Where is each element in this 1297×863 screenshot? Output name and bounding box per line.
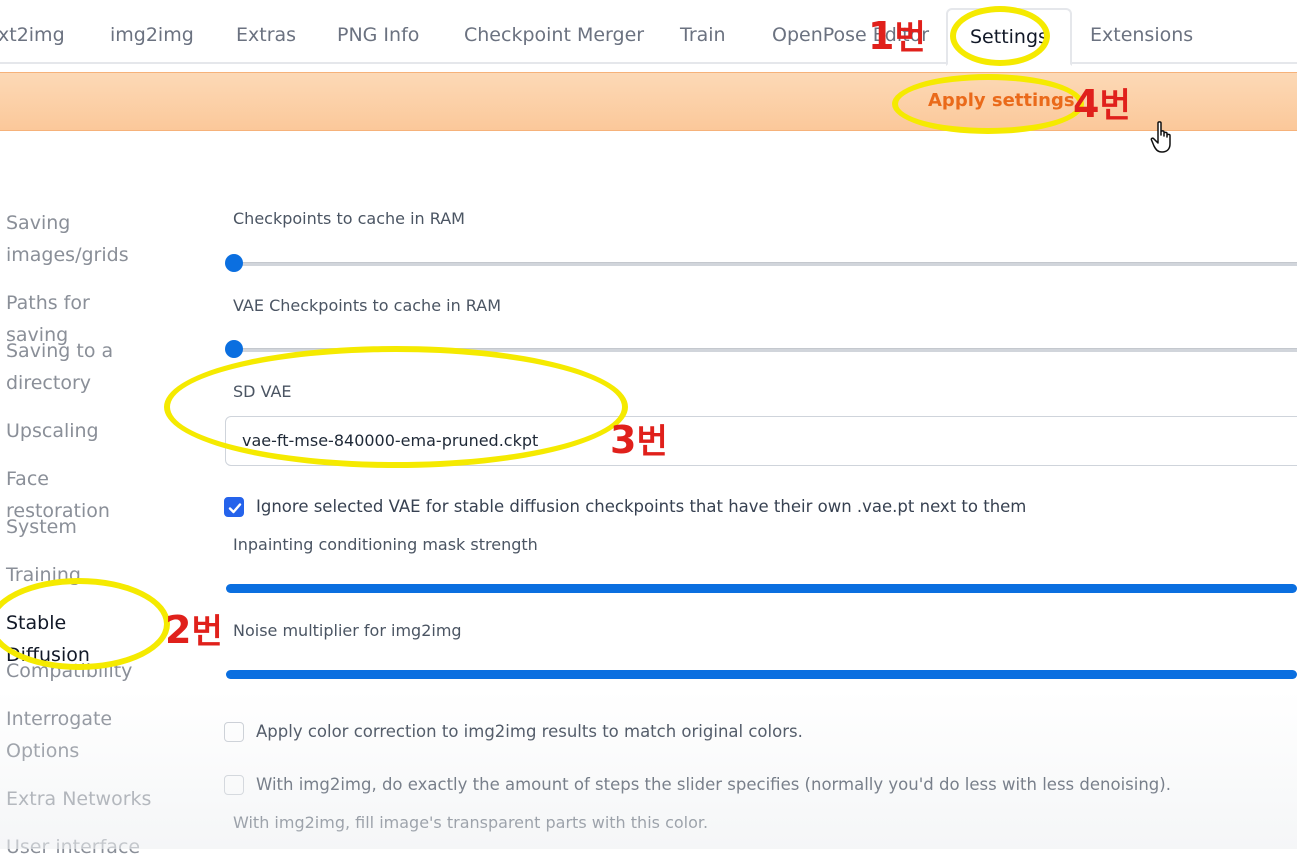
tab-bar: xt2img img2img Extras PNG Info Checkpoin… <box>0 0 1297 66</box>
inpainting-mask-strength-label: Inpainting conditioning mask strength <box>233 535 538 554</box>
sidebar-item-saving-images[interactable]: Saving images/grids <box>6 207 156 271</box>
tab-train[interactable]: Train <box>680 24 726 46</box>
sidebar-item-training[interactable]: Training <box>6 559 156 591</box>
noise-multiplier-label: Noise multiplier for img2img <box>233 621 462 640</box>
tab-extras[interactable]: Extras <box>236 24 296 46</box>
color-correction-label: Apply color correction to img2img result… <box>256 722 803 741</box>
vae-checkpoints-cache-slider[interactable] <box>226 348 1297 352</box>
sidebar-item-upscaling[interactable]: Upscaling <box>6 415 156 447</box>
noise-multiplier-slider[interactable] <box>226 670 1297 679</box>
vae-checkpoints-cache-label: VAE Checkpoints to cache in RAM <box>233 296 502 315</box>
apply-settings-button[interactable]: Apply settings <box>928 90 1075 111</box>
tab-settings[interactable]: Settings <box>946 8 1072 66</box>
tab-extensions[interactable]: Extensions <box>1090 24 1193 46</box>
tab-openpose-editor[interactable]: OpenPose Editor <box>772 24 929 46</box>
tab-checkpoint-merger[interactable]: Checkpoint Merger <box>464 24 644 46</box>
hand-pointer-icon <box>1150 121 1171 153</box>
sidebar-item-compatibility[interactable]: Compatibility <box>6 655 156 687</box>
checkpoints-cache-slider[interactable] <box>226 262 1297 266</box>
ignore-vae-checkbox[interactable] <box>224 497 244 517</box>
sidebar-item-user-interface[interactable]: User interface <box>6 831 156 863</box>
sidebar-item-saving-to-directory[interactable]: Saving to a directory <box>6 335 156 399</box>
ignore-vae-label: Ignore selected VAE for stable diffusion… <box>256 497 1027 516</box>
checkpoints-cache-slider-thumb[interactable] <box>225 254 243 272</box>
tab-png-info[interactable]: PNG Info <box>337 24 419 46</box>
tab-txt2img[interactable]: xt2img <box>0 24 65 46</box>
sidebar-item-extra-networks[interactable]: Extra Networks <box>6 783 156 815</box>
exact-steps-label: With img2img, do exactly the amount of s… <box>256 775 1171 794</box>
inpainting-mask-strength-slider[interactable] <box>226 584 1297 593</box>
checkmark-icon <box>228 503 242 514</box>
sidebar-item-system[interactable]: System <box>6 511 156 543</box>
sd-vae-select[interactable]: vae-ft-mse-840000-ema-pruned.ckpt <box>225 416 1297 466</box>
sd-vae-label: SD VAE <box>233 382 292 401</box>
sd-vae-selected-value: vae-ft-mse-840000-ema-pruned.ckpt <box>242 431 539 450</box>
annotation-label-2: 2번 <box>165 608 223 652</box>
exact-steps-checkbox[interactable] <box>224 775 244 795</box>
checkpoints-cache-label: Checkpoints to cache in RAM <box>233 209 465 228</box>
sidebar-item-interrogate-options[interactable]: Interrogate Options <box>6 703 156 767</box>
settings-action-bar <box>0 72 1297 131</box>
tab-img2img[interactable]: img2img <box>110 24 194 46</box>
color-correction-checkbox[interactable] <box>224 722 244 742</box>
vae-checkpoints-cache-slider-thumb[interactable] <box>225 340 243 358</box>
transparent-fill-label: With img2img, fill image's transparent p… <box>233 813 709 832</box>
